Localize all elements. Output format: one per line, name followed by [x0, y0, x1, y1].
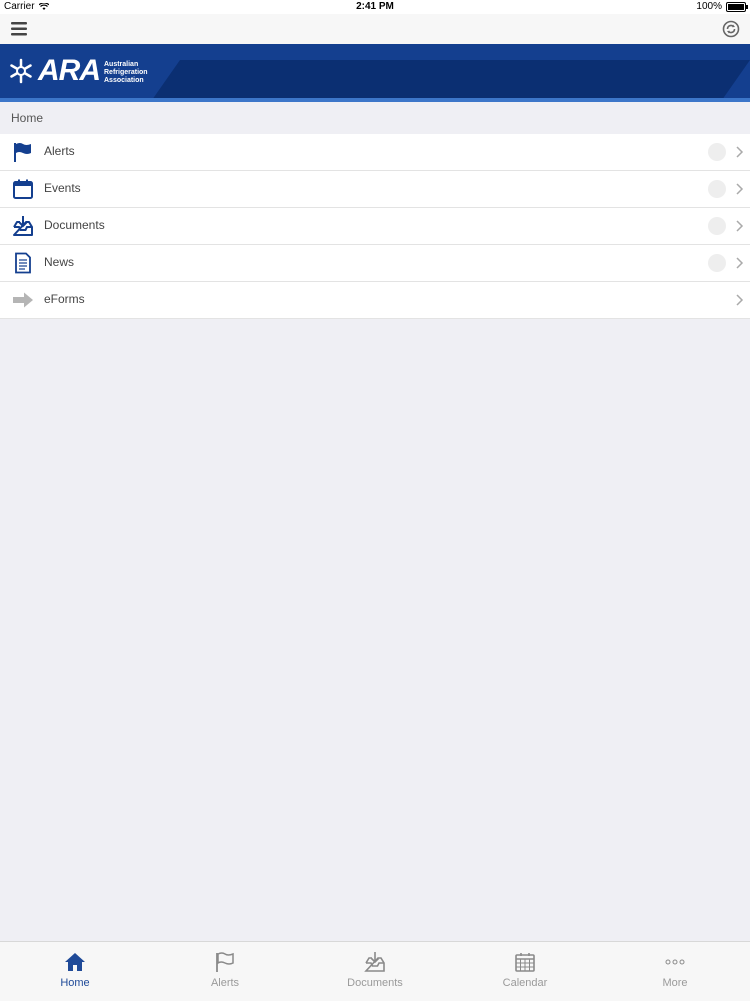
home-menu-list: Alerts Events Documents News eForms: [0, 134, 750, 319]
org-name-line-2: Refrigeration: [104, 69, 148, 76]
org-name-line-3: Association: [104, 77, 144, 84]
breadcrumb-home: Home: [11, 111, 44, 125]
menu-item-label: Documents: [44, 218, 105, 232]
menu-item-events[interactable]: Events: [0, 171, 750, 208]
tab-calendar[interactable]: Calendar: [450, 942, 600, 1001]
banner-shape: [153, 60, 750, 98]
status-bar: Carrier 2:41 PM 100%: [0, 0, 750, 14]
sync-icon: [722, 20, 740, 38]
status-right: 100%: [696, 1, 748, 12]
battery-icon: [726, 1, 748, 12]
menu-item-label: Alerts: [44, 144, 75, 158]
menu-item-alerts[interactable]: Alerts: [0, 134, 750, 171]
tab-label: Home: [60, 977, 90, 989]
arrow-right-icon: [13, 292, 33, 308]
header-banner: ARA Australian Refrigeration Association: [0, 44, 750, 102]
calendar-grid-icon: [515, 953, 535, 972]
flag-icon: [14, 143, 31, 162]
tab-home[interactable]: Home: [0, 942, 150, 1001]
breadcrumb: Home: [0, 103, 750, 134]
home-icon: [65, 953, 85, 971]
chevron-right-icon: [736, 220, 744, 232]
tab-documents[interactable]: Documents: [300, 942, 450, 1001]
inbox-download-icon: [13, 216, 33, 236]
banner-stripe: [0, 98, 750, 102]
menu-item-eforms[interactable]: eForms: [0, 282, 750, 319]
chevron-right-icon: [736, 257, 744, 269]
flag-icon: [216, 952, 234, 972]
org-name: Australian Refrigeration Association: [104, 61, 148, 85]
menu-button[interactable]: [8, 18, 30, 40]
chevron-right-icon: [736, 183, 744, 195]
menu-item-label: Events: [44, 181, 81, 195]
org-name-line-1: Australian: [104, 61, 139, 68]
tab-alerts[interactable]: Alerts: [150, 942, 300, 1001]
ara-logo: ARA Australian Refrigeration Association: [8, 54, 148, 88]
inbox-download-icon: [364, 952, 385, 972]
count-badge: [708, 180, 726, 198]
snowflake-logo-icon: [10, 58, 32, 84]
tab-label: Alerts: [210, 977, 240, 989]
tab-label: Calendar: [502, 977, 548, 989]
menu-item-label: eForms: [44, 292, 85, 306]
hamburger-menu-icon: [11, 22, 27, 36]
chevron-right-icon: [736, 294, 744, 306]
calendar-icon: [13, 179, 33, 199]
document-icon: [15, 252, 31, 274]
tab-label: Documents: [347, 977, 403, 989]
menu-item-documents[interactable]: Documents: [0, 208, 750, 245]
top-navigation-bar: [0, 14, 750, 44]
menu-item-news[interactable]: News: [0, 245, 750, 282]
battery-percent: 100%: [696, 1, 722, 12]
chevron-right-icon: [736, 146, 744, 158]
tab-more[interactable]: More: [600, 942, 750, 1001]
more-dots-icon: [665, 959, 685, 965]
bottom-tab-bar: Home Alerts Documents Calendar More: [0, 941, 750, 1001]
count-badge: [708, 143, 726, 161]
logo-text: ARA: [38, 54, 101, 87]
sync-button[interactable]: [720, 18, 742, 40]
menu-item-label: News: [44, 255, 75, 269]
count-badge: [708, 254, 726, 272]
status-time: 2:41 PM: [356, 1, 394, 12]
tab-label: More: [662, 977, 688, 989]
count-badge: [708, 217, 726, 235]
